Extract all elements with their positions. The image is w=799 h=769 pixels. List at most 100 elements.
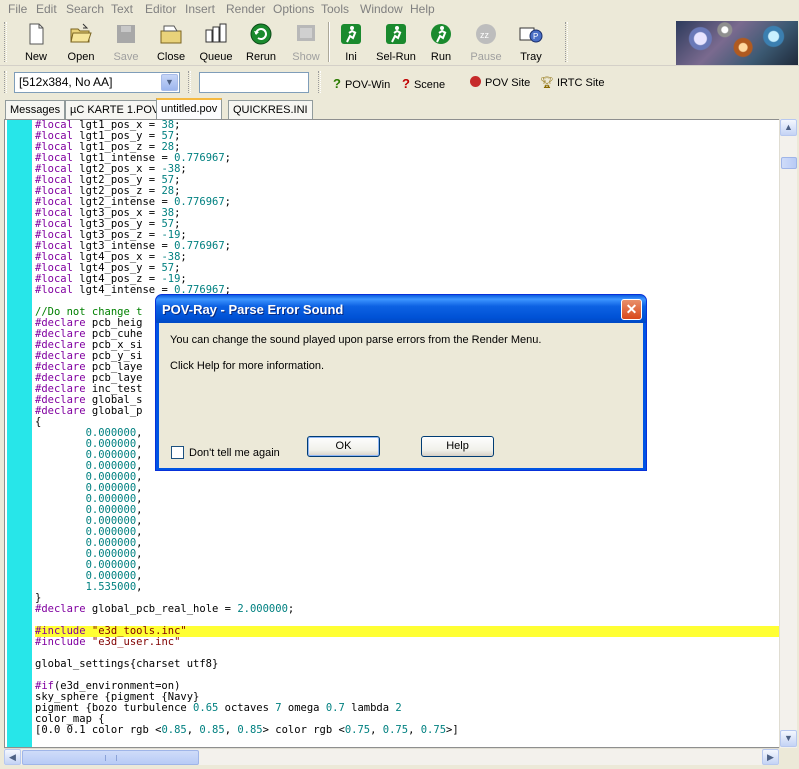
- menu-options[interactable]: Options: [273, 2, 314, 16]
- help-question-icon: ?: [333, 76, 341, 91]
- dont-tell-me-again-label[interactable]: Don't tell me again: [189, 447, 280, 459]
- ini-button-label: Ini: [345, 51, 357, 63]
- dialog-title: POV-Ray - Parse Error Sound: [162, 302, 344, 317]
- close-button[interactable]: Close: [149, 20, 193, 64]
- code-token: #local: [35, 284, 80, 296]
- code-line[interactable]: 0.000000,: [35, 527, 782, 538]
- menu-text[interactable]: Text: [111, 2, 133, 16]
- code-token: ;: [180, 163, 187, 175]
- toolbar-grip[interactable]: [188, 71, 191, 93]
- code-line[interactable]: [0.0 0.1 color rgb <0.85, 0.85, 0.85> co…: [35, 724, 782, 736]
- code-line[interactable]: pigment {bozo turbulence 0.65 octaves 7 …: [35, 702, 782, 714]
- scene-help-link[interactable]: ? Scene: [402, 76, 445, 91]
- code-token: omega: [281, 702, 326, 714]
- pause-icon: zz: [476, 24, 496, 44]
- code-line[interactable]: #include "e3d_user.inc": [35, 637, 782, 648]
- menu-render[interactable]: Render: [226, 2, 265, 16]
- ini-button[interactable]: Ini: [329, 20, 373, 64]
- new-button[interactable]: New: [14, 20, 58, 64]
- menu-search[interactable]: Search: [66, 2, 104, 16]
- toolbar-grip[interactable]: [318, 71, 321, 93]
- vertical-scrollbar[interactable]: ▲ ▼: [779, 119, 797, 748]
- editor-gutter[interactable]: [7, 120, 32, 747]
- code-line[interactable]: 0.000000,: [35, 472, 782, 483]
- scrollbar-corner: [779, 748, 797, 765]
- status-bar: [0, 765, 799, 769]
- rerun-button-label: Rerun: [246, 51, 276, 63]
- horizontal-scrollbar[interactable]: ◀ ▶: [4, 748, 779, 765]
- menu-help[interactable]: Help: [410, 2, 435, 16]
- vertical-scroll-thumb[interactable]: [781, 157, 797, 169]
- run-icon: [431, 24, 451, 44]
- open-button-label: Open: [67, 51, 95, 63]
- trophy-icon: 🏆︎: [540, 77, 554, 89]
- horizontal-scroll-thumb[interactable]: [22, 750, 199, 765]
- code-token: >]: [446, 724, 459, 736]
- dialog-body: You can change the sound played upon par…: [159, 323, 643, 468]
- code-line[interactable]: 0.000000,: [35, 560, 782, 571]
- pov-site-link[interactable]: POV Site: [470, 76, 530, 89]
- resolution-select[interactable]: [512x384, No AA] ▼: [14, 72, 180, 93]
- code-token: 2: [395, 702, 402, 714]
- code-token: 2.000000: [237, 603, 288, 615]
- irtc-site-link[interactable]: 🏆︎ IRTC Site: [540, 76, 604, 89]
- run-button[interactable]: Run: [419, 20, 463, 64]
- scroll-down-icon[interactable]: ▼: [780, 730, 797, 747]
- scroll-right-icon[interactable]: ▶: [762, 749, 779, 765]
- toolbar-grip[interactable]: [565, 22, 568, 62]
- ok-button[interactable]: OK: [307, 436, 380, 457]
- code-line[interactable]: 0.000000,: [35, 538, 782, 549]
- help-button[interactable]: Help: [421, 436, 494, 457]
- rerun-button[interactable]: Rerun: [239, 20, 283, 64]
- scroll-up-icon[interactable]: ▲: [780, 119, 797, 136]
- code-line[interactable]: 0.000000,: [35, 494, 782, 505]
- dialog-help-hint: Click Help for more information.: [170, 360, 325, 372]
- queue-button[interactable]: Queue: [194, 20, 238, 64]
- code-line[interactable]: 0.000000,: [35, 571, 782, 582]
- chevron-down-icon[interactable]: ▼: [161, 74, 178, 91]
- code-token: ,: [224, 724, 238, 736]
- code-line[interactable]: 0.000000,: [35, 483, 782, 494]
- pov-win-help-link[interactable]: ? POV-Win: [333, 76, 390, 91]
- pause-button[interactable]: zz Pause: [464, 20, 508, 64]
- save-button[interactable]: Save: [104, 20, 148, 64]
- tab-quickres-ini[interactable]: QUICKRES.INI: [228, 100, 313, 119]
- queue-button-label: Queue: [199, 51, 233, 63]
- scroll-left-icon[interactable]: ◀: [4, 749, 21, 765]
- menu-edit[interactable]: Edit: [36, 2, 57, 16]
- resolution-select-value: [512x384, No AA]: [19, 75, 113, 89]
- dialog-title-bar[interactable]: POV-Ray - Parse Error Sound ✕: [156, 295, 646, 323]
- tab-uc-karte[interactable]: µC KARTE 1.POV: [65, 100, 165, 119]
- menu-file[interactable]: File: [8, 2, 27, 16]
- code-token: global_pcb_real_hole =: [91, 603, 238, 615]
- help-question-icon: ?: [402, 76, 410, 91]
- code-line[interactable]: 0.000000,: [35, 516, 782, 527]
- menu-insert[interactable]: Insert: [185, 2, 215, 16]
- menu-window[interactable]: Window: [360, 2, 403, 16]
- tab-label: QUICKRES.INI: [233, 104, 308, 116]
- toolbar-grip[interactable]: [4, 22, 7, 62]
- close-icon[interactable]: ✕: [621, 299, 642, 320]
- open-button[interactable]: Open: [59, 20, 103, 64]
- code-line[interactable]: global_settings{charset utf8}: [35, 659, 782, 670]
- sel-run-button[interactable]: Sel-Run: [374, 20, 418, 64]
- code-line[interactable]: 0.000000,: [35, 549, 782, 560]
- menu-tools[interactable]: Tools: [321, 2, 349, 16]
- show-button[interactable]: Show: [284, 20, 328, 64]
- dont-tell-me-again-checkbox[interactable]: [171, 446, 184, 459]
- command-input[interactable]: [199, 72, 309, 93]
- code-line[interactable]: #declare global_pcb_real_hole = 2.000000…: [35, 603, 782, 615]
- code-token: octaves: [218, 702, 276, 714]
- toolbar-grip[interactable]: [4, 71, 7, 93]
- code-token: ;: [224, 152, 231, 164]
- code-line[interactable]: 0.000000,: [35, 505, 782, 516]
- parse-error-sound-dialog: POV-Ray - Parse Error Sound ✕ You can ch…: [155, 294, 647, 471]
- show-button-label: Show: [292, 51, 320, 63]
- tray-button[interactable]: P Tray: [509, 20, 553, 64]
- menu-editor[interactable]: Editor: [145, 2, 176, 16]
- tab-messages[interactable]: Messages: [5, 100, 66, 119]
- tab-untitled-pov[interactable]: untitled.pov: [156, 98, 223, 119]
- code-token: ;: [287, 603, 295, 615]
- code-line[interactable]: 1.535000,: [35, 582, 782, 593]
- tab-label: Messages: [10, 104, 61, 116]
